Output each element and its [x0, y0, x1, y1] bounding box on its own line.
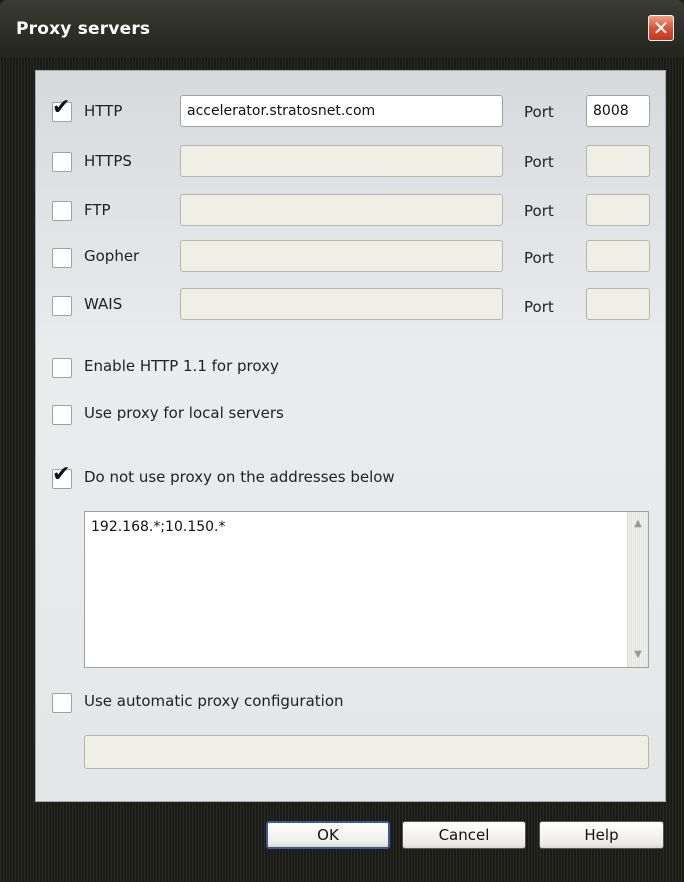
wais-port-input[interactable]: [586, 288, 650, 320]
wais-address-input[interactable]: [180, 288, 503, 320]
proxy-servers-dialog: Proxy servers ✕ ✔ HTTP accelerator.strat…: [0, 0, 684, 882]
proxy-row-https: HTTPS Port: [36, 141, 665, 181]
proxy-row-ftp: FTP Port: [36, 190, 665, 230]
gopher-port-input[interactable]: [586, 240, 650, 272]
local-servers-checkbox[interactable]: [52, 405, 72, 425]
gopher-port-label: Port: [524, 249, 554, 267]
ftp-port-input[interactable]: [586, 194, 650, 226]
auto-config-label: Use automatic proxy configuration: [84, 692, 344, 710]
settings-panel: ✔ HTTP accelerator.stratosnet.com Port 8…: [35, 70, 666, 802]
gopher-label: Gopher: [84, 247, 140, 265]
no-proxy-label: Do not use proxy on the addresses below: [84, 468, 395, 486]
auto-config-checkbox[interactable]: [52, 693, 72, 713]
help-button[interactable]: Help: [539, 821, 664, 849]
ftp-checkbox[interactable]: [52, 201, 72, 221]
title-bar[interactable]: Proxy servers ✕: [0, 0, 684, 59]
textarea-scrollbar[interactable]: ▲ ▼: [627, 512, 648, 667]
https-port-label: Port: [524, 153, 554, 171]
https-port-input[interactable]: [586, 145, 650, 177]
http-port-input[interactable]: 8008: [586, 95, 650, 127]
cancel-button[interactable]: Cancel: [402, 821, 526, 849]
https-checkbox[interactable]: [52, 152, 72, 172]
enable-http11-checkbox[interactable]: [52, 358, 72, 378]
ftp-port-label: Port: [524, 202, 554, 220]
http-address-input[interactable]: accelerator.stratosnet.com: [180, 95, 503, 127]
proxy-row-gopher: Gopher Port: [36, 237, 665, 277]
gopher-address-input[interactable]: [180, 240, 503, 272]
check-icon: ✔: [52, 462, 71, 487]
check-icon: ✔: [52, 95, 71, 120]
ftp-address-input[interactable]: [180, 194, 503, 226]
wais-checkbox[interactable]: [52, 296, 72, 316]
no-proxy-addresses-text: 192.168.*;10.150.*: [91, 519, 226, 535]
dialog-title: Proxy servers: [16, 19, 151, 39]
proxy-row-http: ✔ HTTP accelerator.stratosnet.com Port 8…: [36, 91, 665, 131]
no-proxy-checkbox[interactable]: ✔: [52, 464, 72, 489]
close-icon[interactable]: ✕: [648, 15, 674, 41]
http-label: HTTP: [84, 102, 123, 120]
https-address-input[interactable]: [180, 145, 503, 177]
ftp-label: FTP: [84, 201, 111, 219]
scroll-down-icon[interactable]: ▼: [628, 645, 648, 665]
local-servers-label: Use proxy for local servers: [84, 404, 284, 422]
proxy-row-wais: WAIS Port: [36, 285, 665, 325]
wais-port-label: Port: [524, 298, 554, 316]
ok-button[interactable]: OK: [266, 821, 390, 849]
http-port-label: Port: [524, 103, 554, 121]
no-proxy-addresses-textarea[interactable]: 192.168.*;10.150.* ▲ ▼: [84, 511, 649, 668]
scroll-up-icon[interactable]: ▲: [628, 514, 648, 534]
http-checkbox[interactable]: ✔: [52, 97, 72, 122]
https-label: HTTPS: [84, 152, 132, 170]
gopher-checkbox[interactable]: [52, 248, 72, 268]
enable-http11-label: Enable HTTP 1.1 for proxy: [84, 357, 279, 375]
wais-label: WAIS: [84, 295, 123, 313]
auto-config-url-input[interactable]: [84, 735, 649, 769]
